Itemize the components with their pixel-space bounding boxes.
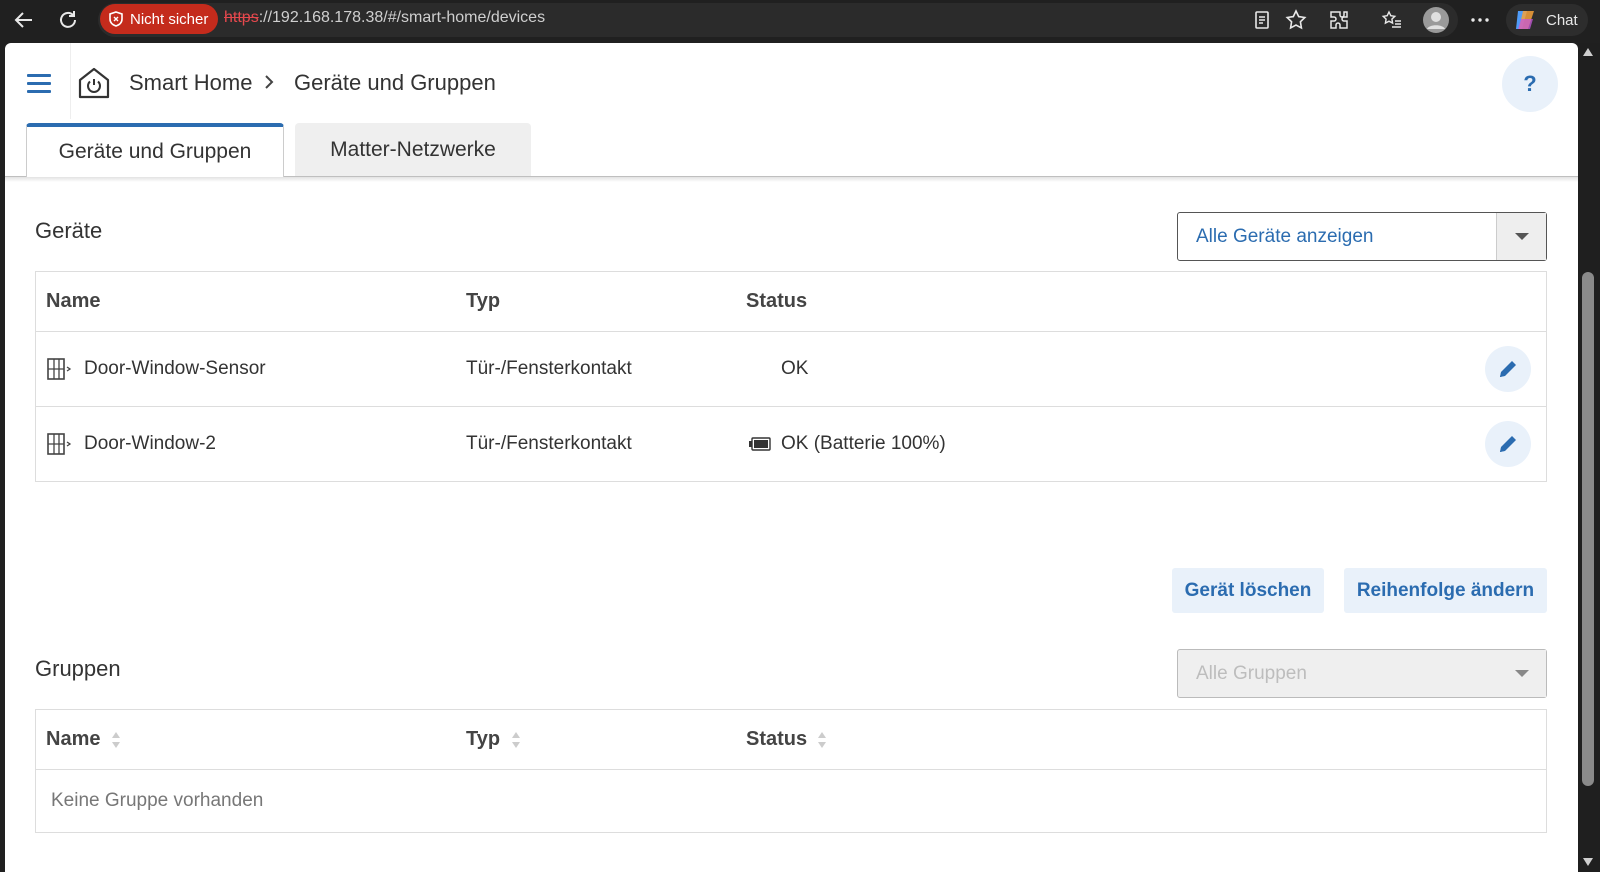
groups-table: Name Typ Status Keine Gruppe vorhanden: [35, 709, 1547, 833]
table-header-row: Name Typ Status: [36, 272, 1546, 331]
url-path: ://192.168.178.38/#/smart-home/devices: [258, 9, 546, 26]
scrollbar-thumb[interactable]: [1582, 272, 1594, 786]
scroll-up-arrow-icon[interactable]: [1583, 48, 1593, 56]
security-label: Nicht sicher: [130, 10, 209, 28]
device-name[interactable]: Door-Window-Sensor: [84, 358, 266, 380]
reorder-button[interactable]: Reihenfolge ändern: [1344, 568, 1547, 613]
device-type: Tür-/Fensterkontakt: [466, 358, 632, 379]
groups-filter-value: Alle Gruppen: [1196, 662, 1307, 684]
dropdown-arrow-icon: [1496, 213, 1546, 260]
tab-shadow: [5, 177, 1578, 182]
edit-button[interactable]: [1485, 421, 1531, 467]
url-scheme: https: [224, 9, 259, 26]
sort-arrows-icon[interactable]: [818, 731, 828, 748]
column-header-name[interactable]: Name: [46, 728, 100, 751]
sort-arrows-icon[interactable]: [112, 731, 122, 748]
tab-matter-networks[interactable]: Matter-Netzwerke: [295, 123, 531, 176]
profile-avatar[interactable]: [1422, 6, 1450, 34]
groups-filter-select[interactable]: Alle Gruppen: [1177, 649, 1547, 698]
smart-home-icon: [78, 67, 110, 99]
browser-toolbar: Nicht sicher https://192.168.178.38/#/sm…: [0, 0, 1600, 40]
empty-state-text: Keine Gruppe vorhanden: [51, 790, 264, 811]
column-header-type: Typ: [466, 290, 501, 312]
reload-icon[interactable]: [54, 6, 82, 34]
table-row[interactable]: Door-Window-2 Tür-/Fensterkontakt OK (Ba…: [36, 406, 1546, 481]
device-name[interactable]: Door-Window-2: [84, 433, 216, 455]
device-status: OK: [781, 358, 809, 379]
shield-warning-icon: [109, 11, 123, 27]
dropdown-arrow-icon: [1497, 650, 1546, 697]
reader-view-icon[interactable]: [1248, 6, 1276, 34]
copilot-chat-button[interactable]: Chat: [1506, 4, 1588, 36]
breadcrumb-current: Geräte und Gruppen: [294, 70, 496, 95]
edit-button[interactable]: [1485, 346, 1531, 392]
app-header: Smart Home Geräte und Gruppen ? Geräte u…: [5, 43, 1578, 177]
scroll-down-arrow-icon[interactable]: [1583, 858, 1593, 866]
devices-filter-select[interactable]: Alle Geräte anzeigen: [1177, 212, 1547, 261]
delete-device-button[interactable]: Gerät löschen: [1172, 568, 1324, 613]
breadcrumb-chevron-icon: [263, 70, 275, 100]
devices-filter-value: Alle Geräte anzeigen: [1196, 225, 1374, 247]
header-divider: [70, 43, 71, 119]
breadcrumb-root[interactable]: Smart Home: [129, 70, 252, 96]
column-header-name: Name: [46, 290, 101, 312]
devices-table: Name Typ Status Door-Window-Sensor Tür-/…: [35, 271, 1547, 482]
tab-devices-groups[interactable]: Geräte und Gruppen: [26, 123, 284, 177]
help-button[interactable]: ?: [1502, 56, 1558, 112]
column-header-type[interactable]: Typ: [466, 728, 500, 751]
column-header-status[interactable]: Status: [746, 728, 807, 751]
devices-title: Geräte: [35, 218, 103, 243]
favorites-list-icon[interactable]: [1378, 6, 1406, 34]
table-row[interactable]: Door-Window-Sensor Tür-/Fensterkontakt O…: [36, 331, 1546, 406]
chat-label: Chat: [1546, 11, 1578, 29]
device-type: Tür-/Fensterkontakt: [466, 433, 632, 454]
extensions-icon[interactable]: [1325, 6, 1353, 34]
door-window-sensor-icon: [47, 433, 72, 455]
column-header-status: Status: [746, 290, 808, 312]
back-arrow-icon[interactable]: [10, 6, 38, 34]
device-status: OK (Batterie 100%): [781, 433, 946, 454]
hamburger-menu-icon[interactable]: [19, 65, 59, 101]
empty-row: Keine Gruppe vorhanden: [36, 769, 1546, 833]
more-options-icon[interactable]: [1466, 6, 1494, 34]
sort-arrows-icon[interactable]: [512, 731, 522, 748]
favorite-star-icon[interactable]: [1282, 6, 1310, 34]
page: Smart Home Geräte und Gruppen ? Geräte u…: [5, 43, 1578, 872]
security-badge[interactable]: Nicht sicher: [100, 4, 219, 34]
pencil-icon: [1500, 436, 1516, 452]
groups-title: Gruppen: [35, 656, 121, 681]
copilot-icon: [1516, 11, 1534, 29]
pencil-icon: [1500, 361, 1516, 377]
url-text[interactable]: https://192.168.178.38/#/smart-home/devi…: [224, 9, 545, 27]
battery-full-icon: [749, 437, 771, 451]
table-header-row: Name Typ Status: [36, 710, 1546, 769]
door-window-sensor-icon: [47, 358, 72, 380]
